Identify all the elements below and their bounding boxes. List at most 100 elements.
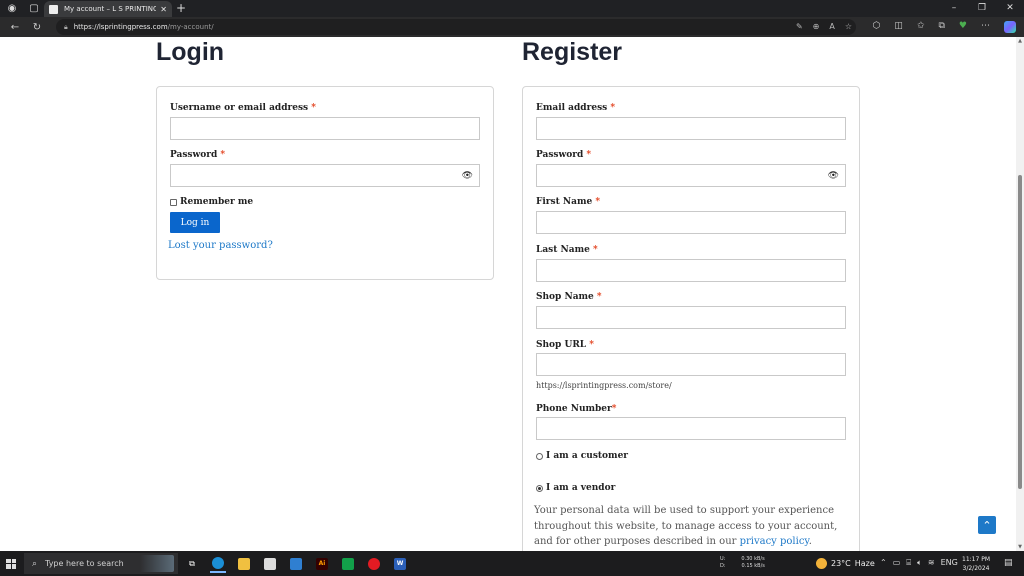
wifi-icon[interactable]: ≋ — [928, 558, 935, 568]
battery-icon[interactable]: ▭ — [893, 558, 901, 568]
shop-url-input[interactable] — [536, 353, 846, 376]
customer-role-option[interactable]: I am a customer — [536, 451, 628, 461]
url-host: https://lsprintingpress.com — [73, 23, 168, 31]
weather-condition: Haze — [854, 559, 875, 568]
taskbar-apps: ⧉ Ai W — [184, 554, 408, 573]
username-label: Username or email address * — [170, 103, 316, 113]
chevron-up-icon[interactable]: ⌃ — [880, 558, 887, 568]
email-input[interactable] — [536, 117, 846, 140]
tab-actions-icon[interactable]: ▢ — [26, 1, 42, 17]
start-button[interactable] — [0, 551, 22, 576]
search-icon: ⌕ — [32, 558, 38, 569]
favorites-icon[interactable]: ✩ — [917, 21, 925, 33]
remember-me-label: Remember me — [180, 197, 254, 207]
tab-title: My account – L S PRINTING PRESS — [64, 5, 157, 13]
privacy-notice: Your personal data will be used to suppo… — [534, 505, 838, 547]
favorite-star-icon[interactable]: ☆ — [845, 22, 852, 31]
weather-haze-icon — [816, 558, 827, 569]
store-icon[interactable] — [262, 554, 278, 573]
remember-me-row[interactable]: Remember me — [170, 197, 253, 207]
scroll-to-top-button[interactable]: ⌃ — [978, 516, 996, 534]
browser-essentials-icon[interactable]: ♥ — [959, 21, 967, 33]
clock-time: 11:17 PM — [962, 556, 990, 563]
taskbar-search[interactable]: ⌕ Type here to search — [24, 553, 178, 574]
mail-icon[interactable] — [288, 554, 304, 573]
close-tab-icon[interactable]: ✕ — [160, 5, 167, 14]
profile-icon[interactable]: ◉ — [4, 1, 20, 17]
login-heading: Login — [156, 38, 225, 66]
copilot-icon[interactable] — [1004, 21, 1016, 33]
illustrator-icon[interactable]: Ai — [314, 554, 330, 573]
register-heading: Register — [522, 38, 623, 66]
window-controls: – ❐ ✕ — [940, 0, 1024, 17]
volume-icon[interactable]: 🔈︎ — [917, 558, 922, 568]
zoom-icon[interactable]: ⊕ — [813, 22, 820, 31]
customer-radio-label: I am a customer — [546, 451, 629, 461]
scrollbar-thumb[interactable] — [1018, 175, 1022, 489]
required-mark: * — [611, 404, 617, 414]
task-view-icon[interactable]: ⧉ — [184, 554, 200, 573]
word-icon[interactable]: W — [392, 554, 408, 573]
file-explorer-icon[interactable] — [236, 554, 252, 573]
required-mark: * — [610, 103, 616, 113]
refresh-icon[interactable]: ↻ — [26, 22, 48, 33]
required-mark: * — [589, 340, 594, 350]
restore-icon[interactable]: ❐ — [968, 0, 996, 17]
privacy-policy-link[interactable]: privacy policy — [740, 536, 809, 547]
shop-url-label: Shop URL * — [536, 340, 594, 350]
green-app-icon[interactable] — [340, 554, 356, 573]
site-favicon-icon — [49, 4, 58, 14]
toolbar-actions: ⬡ ◫ ✩ ⧉ ♥ ⋯ — [873, 21, 1016, 33]
weather-widget[interactable]: 23°C Haze — [816, 558, 875, 569]
taskbar-search-placeholder: Type here to search — [45, 559, 124, 568]
notifications-icon[interactable]: ▤ — [1004, 558, 1013, 568]
minimize-icon[interactable]: – — [940, 0, 968, 17]
read-aloud-icon[interactable]: A — [829, 22, 834, 31]
network-icon[interactable]: ⌸ — [906, 558, 911, 568]
windows-logo-icon — [6, 558, 16, 569]
phone-number-input[interactable] — [536, 417, 846, 440]
taskbar-clock[interactable]: 11:17 PM 3/2/2024 — [962, 555, 990, 573]
lock-icon[interactable]: 🔒︎ — [64, 23, 68, 32]
first-name-input[interactable] — [536, 211, 846, 234]
required-mark: * — [596, 292, 602, 302]
vendor-radio-label: I am a vendor — [546, 483, 616, 493]
opera-browser-icon[interactable] — [366, 554, 382, 573]
new-tab-icon[interactable]: + — [176, 1, 186, 15]
shop-name-label: Shop Name * — [536, 292, 602, 302]
scroll-down-arrow-icon[interactable]: ▼ — [1017, 544, 1023, 550]
back-icon[interactable]: ← — [4, 22, 26, 33]
browser-toolbar: ← ↻ 🔒︎ https://lsprintingpress.com /my-a… — [0, 17, 1024, 37]
chevron-up-icon: ⌃ — [982, 518, 992, 532]
page-scrollbar[interactable]: ▲ ▼ — [1016, 37, 1024, 551]
more-menu-icon[interactable]: ⋯ — [981, 21, 990, 33]
vendor-radio[interactable] — [536, 484, 543, 492]
last-name-label: Last Name * — [536, 245, 598, 255]
close-window-icon[interactable]: ✕ — [996, 0, 1024, 17]
register-password-label: Password * — [536, 150, 592, 160]
extensions-icon[interactable]: ⬡ — [873, 21, 881, 33]
remember-me-checkbox[interactable] — [170, 198, 177, 206]
collections-icon[interactable]: ⧉ — [938, 21, 944, 33]
last-name-input[interactable] — [536, 259, 846, 282]
first-name-label: First Name * — [536, 197, 601, 207]
vendor-role-option[interactable]: I am a vendor — [536, 483, 615, 493]
login-password-input[interactable]: 👁︎ — [170, 164, 480, 187]
split-screen-icon[interactable]: ◫ — [894, 21, 903, 33]
pen-icon[interactable]: ✎ — [796, 22, 803, 31]
shop-name-input[interactable] — [536, 306, 846, 329]
email-label: Email address * — [536, 103, 616, 113]
customer-radio[interactable] — [536, 452, 543, 460]
show-password-eye-icon[interactable]: 👁︎ — [462, 171, 473, 181]
scroll-up-arrow-icon[interactable]: ▲ — [1017, 38, 1023, 44]
language-indicator[interactable]: ENG — [941, 558, 958, 568]
lost-password-link[interactable]: Lost your password? — [168, 240, 273, 251]
windows-taskbar: ⌕ Type here to search ⧉ Ai W U: 0.30 kB/s… — [0, 551, 1024, 576]
show-password-eye-icon[interactable]: 👁︎ — [828, 171, 839, 181]
register-password-input[interactable]: 👁︎ — [536, 164, 846, 187]
browser-tab[interactable]: My account – L S PRINTING PRESS ✕ — [44, 1, 172, 17]
edge-browser-icon[interactable] — [210, 554, 226, 573]
address-bar[interactable]: 🔒︎ https://lsprintingpress.com /my-accou… — [56, 19, 856, 35]
login-button[interactable]: Log in — [170, 212, 220, 233]
username-input[interactable] — [170, 117, 480, 140]
